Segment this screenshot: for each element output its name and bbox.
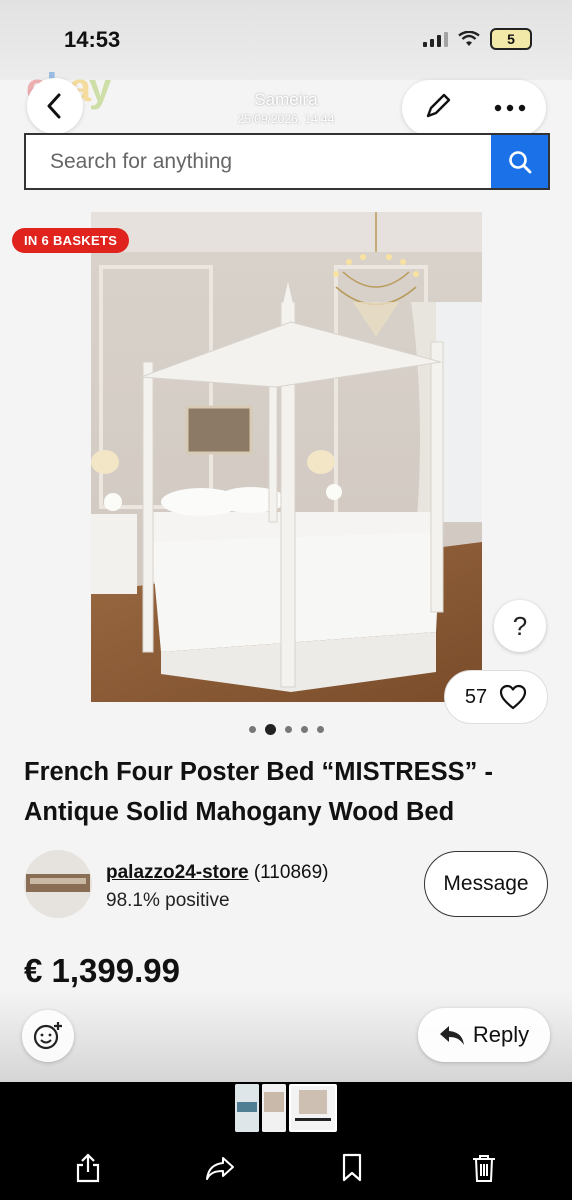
seller-info: palazzo24-store (110869) [106,862,328,884]
more-button[interactable] [494,99,526,117]
thumbnail[interactable] [262,1084,286,1132]
reply-label: Reply [472,1022,530,1047]
reply-arrow-icon [439,1026,464,1045]
thumbnail-active[interactable] [289,1084,337,1132]
page-dot[interactable] [316,726,324,733]
screenshot-actions [402,80,546,136]
seller-positive-rate: 98.1% positive [106,890,230,911]
add-reaction-button[interactable] [22,1010,74,1062]
forward-icon [206,1157,234,1180]
search-bar[interactable]: Search for anything [24,133,550,190]
image-pagination [0,724,572,735]
page-dot-active[interactable] [264,724,276,735]
save-button[interactable] [332,1148,372,1188]
product-photo[interactable] [91,212,482,702]
delete-button[interactable] [464,1148,504,1188]
watch-button[interactable]: 57 [444,670,548,724]
screenshot-viewer: 14:53 5 ebay Sameira 25/09/2026, 14:44 S… [0,0,572,1082]
bottom-toolbar [0,1136,572,1200]
help-button[interactable]: ? [494,600,546,652]
listing-title: French Four Poster Bed “MISTRESS” - Anti… [24,758,493,826]
page-dot[interactable] [300,726,308,733]
thumbnail[interactable] [235,1084,259,1132]
price: € 1,399.99 [24,952,180,989]
edit-button[interactable] [423,91,453,126]
forward-button[interactable] [200,1148,240,1188]
baskets-badge: IN 6 BASKETS [12,228,130,253]
share-icon [76,1153,100,1183]
more-horizontal-icon [494,104,525,112]
page-dot[interactable] [284,726,292,733]
back-button[interactable] [27,78,83,134]
status-icons: 5 [423,28,532,50]
emoji-plus-icon [33,1022,62,1050]
wifi-icon [458,31,480,46]
seller-avatar[interactable] [24,850,92,918]
trash-icon [473,1155,495,1182]
product-gallery[interactable] [0,212,572,704]
heart-icon [500,684,527,710]
sent-date: 25/09/2026, 14:44 [237,112,335,126]
watch-count: 57 [464,685,488,708]
message-meta: Sameira 25/09/2026, 14:44 [186,90,386,126]
signal-icon [423,31,448,47]
page-dot[interactable] [248,726,256,733]
thumbnail-strip [0,1082,572,1136]
message-seller-button[interactable]: Message [424,851,548,917]
search-icon [508,150,531,173]
status-time: 14:53 [64,27,121,52]
sender-name: Sameira [254,90,318,109]
battery-icon: 5 [490,28,532,50]
seller-feedback-count: (110869) [253,862,329,883]
bookmark-icon [342,1153,362,1182]
search-button[interactable] [491,135,548,188]
chevron-left-icon [47,93,61,119]
reply-button[interactable]: Reply [418,1008,550,1062]
search-input[interactable]: Search for anything [26,135,491,188]
share-button[interactable] [68,1148,108,1188]
pencil-icon [426,93,450,117]
seller-name-link[interactable]: palazzo24-store [106,862,249,883]
